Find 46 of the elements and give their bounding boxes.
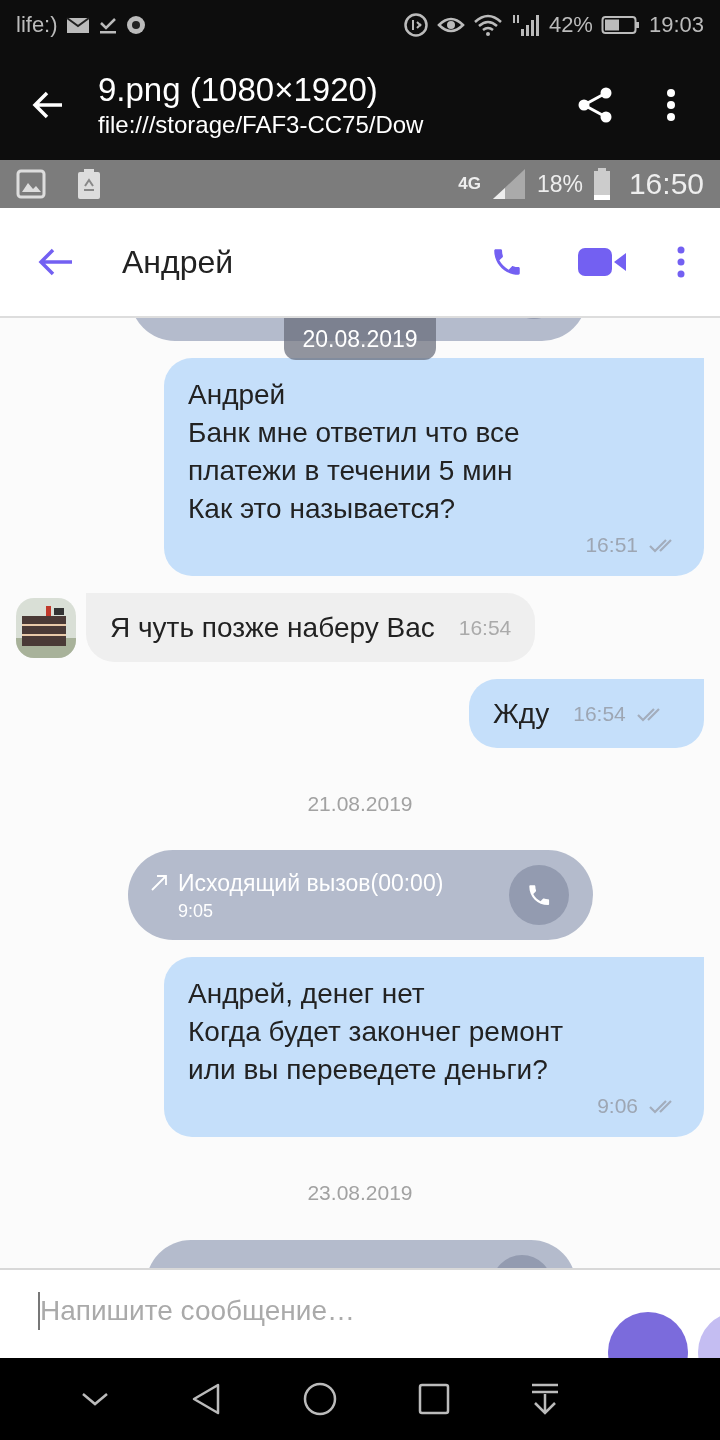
more-icon[interactable] [666, 87, 676, 123]
message-text: Андрей [188, 378, 287, 412]
download-done-icon [97, 15, 118, 35]
clock: 16:50 [628, 167, 704, 201]
wifi-icon [472, 13, 503, 37]
battery-icon [600, 15, 641, 35]
message-text: Андрей, денег нет [188, 977, 426, 1011]
video-camera-icon[interactable] [576, 246, 628, 278]
signal-icon [510, 13, 541, 37]
call-time: 9:05 [178, 900, 215, 923]
data-saver-icon [402, 12, 429, 38]
call-button[interactable] [509, 865, 569, 925]
message-time: 16:54 [573, 701, 626, 726]
battery-icon [592, 168, 611, 200]
message-time: 16:54 [458, 615, 512, 640]
message-input[interactable]: Напишите сообщение… [0, 1268, 720, 1358]
network-type: 4G [458, 174, 481, 194]
back-icon[interactable] [190, 1382, 222, 1416]
date-separator: 23.08.2019 [307, 1180, 413, 1206]
carrier-name: life:) [16, 12, 58, 38]
contact-name[interactable]: Андрей [122, 243, 490, 281]
recents-icon[interactable] [418, 1383, 450, 1415]
image-icon [16, 169, 46, 199]
message-time: 16:51 [585, 533, 638, 557]
battery-percent: 18% [536, 170, 583, 198]
message-text: Я чуть позже наберу Вас [110, 610, 435, 645]
message-text: платежи в течении 5 мин [188, 454, 514, 488]
mail-icon [65, 15, 90, 35]
file-path: file:///storage/FAF3-CC75/Dow [98, 110, 425, 140]
date-badge: 20.08.2019 [284, 318, 436, 360]
clock: 19:03 [648, 12, 704, 38]
message-time: 9:06 [597, 1094, 638, 1118]
file-title: 9.png (1080×1920) [98, 70, 379, 110]
message-text: Как это называется? [188, 492, 457, 526]
message-text: Банк мне ответил что все [188, 416, 521, 450]
text-cursor [38, 1292, 40, 1330]
message-text: Жду [493, 696, 550, 731]
home-icon[interactable] [302, 1381, 338, 1417]
eye-icon [436, 15, 465, 35]
outgoing-arrow-icon [150, 874, 168, 892]
message-text: или вы переведете деньги? [188, 1053, 549, 1087]
call-title: Исходящий вызов(00:00) [178, 869, 444, 898]
notifications-pull-icon[interactable] [530, 1382, 560, 1416]
message-text: Когда будет закончег ремонт [188, 1015, 565, 1049]
date-separator: 21.08.2019 [307, 791, 413, 817]
battery-percent: 42% [548, 12, 593, 38]
